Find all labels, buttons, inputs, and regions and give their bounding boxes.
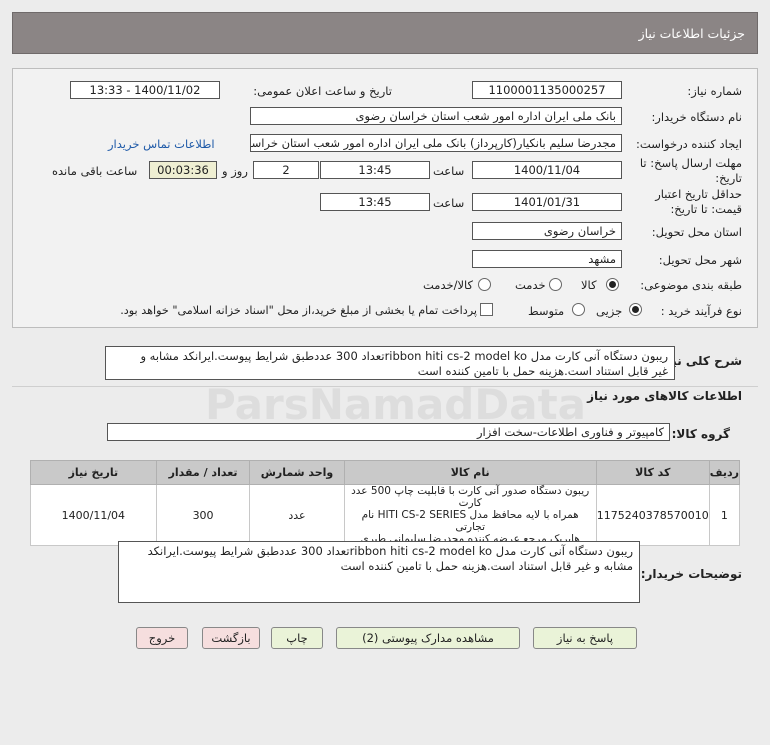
table-row[interactable]: 1 1175240378570010 ریبون دستگاه صدور آنی… [30,484,741,546]
col-header-date: تاریخ نیاز [30,460,157,485]
col-header-name: نام کالا [343,460,597,485]
col-header-unit: واحد شمارش [249,460,345,485]
category-radio-goods[interactable] [606,278,619,291]
cell-qty: 300 [155,484,251,546]
deadline-time-field: 13:45 [320,161,430,179]
remaining-time-field: 00:03:36 [149,161,217,179]
description-line-1: ریبون دستگاه آنی کارت مدل ribbon hiti cs… [140,349,668,363]
remaining-label: ساعت باقی مانده [52,164,138,178]
city-label: شهر محل تحویل: [658,253,742,267]
validity-label: حداقل تاریخ اعتبار قیمت: تا تاریخ: [655,187,742,216]
goods-group-label: گروه کالا: [671,427,730,441]
col-header-qty: تعداد / مقدار [155,460,251,485]
announce-label: تاریخ و ساعت اعلان عمومی: [253,84,392,98]
days-label: روز و [222,164,248,178]
creator-label: ایجاد کننده درخواست: [636,137,742,151]
buyer-notes-line-2: مشابه و غیر قابل استناد است.هزینه حمل با… [340,559,633,573]
exit-button[interactable]: خروج [136,627,188,649]
cell-name-line-2: همراه با لایه محافظ مدل HITI CS-2 SERIES… [361,509,579,533]
process-option-medium: متوسط [528,304,565,318]
goods-section-title: اطلاعات کالاهای مورد نیاز [587,389,742,403]
description-line-2: غیر قابل استناد است.هزینه حمل با تامین ک… [417,364,668,378]
city-field: مشهد [472,250,622,268]
validity-time-field: 13:45 [320,193,430,211]
cell-name-line-1: ریبون دستگاه صدور آنی کارت با قابلیت چاپ… [351,485,590,509]
category-radio-service[interactable] [549,278,562,291]
deadline-time-label: ساعت [433,164,465,178]
buyer-contact-link[interactable]: اطلاعات تماس خریدار [108,137,215,151]
category-label: طبقه بندی موضوعی: [640,278,742,292]
days-field: 2 [253,161,319,179]
cell-index: 1 [708,484,741,546]
buyer-notes-line-1: ریبون دستگاه آنی کارت مدل ribbon hiti cs… [147,544,633,558]
process-radio-minor[interactable] [629,303,642,316]
category-radio-both[interactable] [478,278,491,291]
deadline-date-field: 1400/11/04 [472,161,622,179]
creator-field: مجدرضا سلیم بانکیار(کارپرداز) بانک ملی ا… [250,134,622,152]
need-number-label: شماره نیاز: [687,84,742,98]
cell-code: 1175240378570010 [595,484,710,546]
province-label: استان محل تحویل: [651,225,742,239]
watermark: ParsNamadData [205,380,586,429]
process-label: نوع فرآیند خرید : [660,304,742,318]
page-title: جزئیات اطلاعات نیاز [638,26,745,41]
deadline-label: مهلت ارسال پاسخ: تا تاریخ: [639,156,742,185]
cell-unit: عدد [249,484,345,546]
goods-table: ردیف کد کالا نام کالا واحد شمارش تعداد /… [30,460,741,546]
category-option-goods: کالا [581,278,597,292]
buyer-field: بانک ملی ایران اداره امور شعب استان خراس… [250,107,622,125]
validity-date-field: 1401/01/31 [472,193,622,211]
category-option-service: خدمت [515,278,546,292]
buyer-notes-text: ریبون دستگاه آنی کارت مدل ribbon hiti cs… [118,541,640,603]
description-text: ریبون دستگاه آنی کارت مدل ribbon hiti cs… [105,346,675,380]
process-radio-medium[interactable] [572,303,585,316]
buyer-notes-label: توضیحات خریدار: [640,567,742,581]
category-option-both: کالا/خدمت [423,278,474,292]
need-number-field: 1100001135000257 [472,81,622,99]
treasury-payment-checkbox[interactable] [480,303,493,316]
page-header: جزئیات اطلاعات نیاز [12,12,758,54]
process-option-minor: جزیی [596,304,623,318]
divider [12,386,758,387]
print-button[interactable]: چاپ [271,627,323,649]
buyer-label: نام دستگاه خریدار: [651,110,742,124]
back-button[interactable]: بازگشت [202,627,260,649]
reply-button[interactable]: پاسخ به نیاز [533,627,637,649]
col-header-code: کد کالا [595,460,710,485]
goods-group-field: کامپیوتر و فناوری اطلاعات-سخت افزار [107,423,670,441]
validity-time-label: ساعت [433,196,465,210]
cell-name: ریبون دستگاه صدور آنی کارت با قابلیت چاپ… [343,484,597,546]
attachments-button[interactable]: مشاهده مدارک پیوستی (2) [336,627,520,649]
treasury-payment-note: پرداخت تمام یا بخشی از مبلغ خرید،از محل … [120,304,477,317]
cell-date: 1400/11/04 [30,484,157,546]
col-header-index: ردیف [708,460,741,485]
announce-field: 1400/11/02 - 13:33 [70,81,220,99]
province-field: خراسان رضوی [472,222,622,240]
